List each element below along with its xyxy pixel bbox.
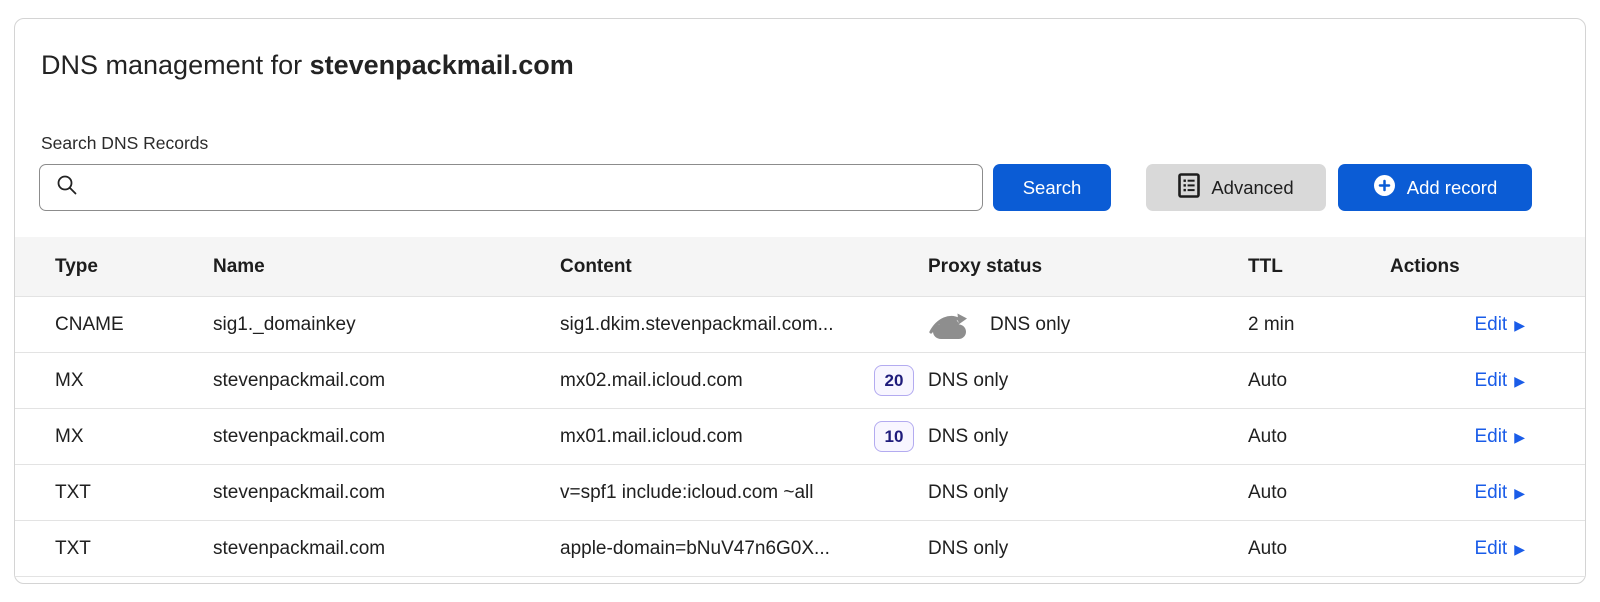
ttl-cell: 2 min bbox=[1248, 314, 1390, 336]
record-content-text: sig1.dkim.stevenpackmail.com... bbox=[560, 314, 834, 336]
record-type-cell: MX bbox=[55, 426, 213, 448]
record-content-text: mx02.mail.icloud.com bbox=[560, 370, 743, 392]
proxy-status-cell: DNS only bbox=[928, 426, 1248, 448]
edit-arrow-icon: ▶ bbox=[1514, 318, 1525, 332]
search-input[interactable] bbox=[79, 165, 982, 210]
record-content-text: apple-domain=bNuV47n6G0X... bbox=[560, 538, 830, 560]
ttl-cell: Auto bbox=[1248, 538, 1390, 560]
record-content-cell: apple-domain=bNuV47n6G0X... bbox=[560, 538, 928, 560]
edit-arrow-icon: ▶ bbox=[1514, 486, 1525, 500]
page-title: DNS management for stevenpackmail.com bbox=[41, 47, 1585, 83]
search-toolbar: Search Advanced bbox=[39, 164, 1585, 211]
dns-table-body: CNAMEsig1._domainkeysig1.dkim.stevenpack… bbox=[15, 297, 1585, 577]
dns-only-cloud-icon bbox=[928, 309, 972, 340]
edit-link[interactable]: Edit ▶ bbox=[1474, 482, 1525, 504]
column-header-proxy-status: Proxy status bbox=[928, 256, 1248, 278]
record-name-cell: sig1._domainkey bbox=[213, 314, 560, 336]
search-icon bbox=[55, 173, 79, 202]
proxy-status-text: DNS only bbox=[928, 538, 1008, 560]
search-input-wrapper bbox=[39, 164, 983, 211]
plus-circle-icon bbox=[1373, 174, 1396, 202]
edit-link-label: Edit bbox=[1474, 426, 1507, 448]
proxy-status-cell: DNS only bbox=[928, 538, 1248, 560]
edit-link-label: Edit bbox=[1474, 538, 1507, 560]
edit-link[interactable]: Edit ▶ bbox=[1474, 426, 1525, 448]
ttl-cell: Auto bbox=[1248, 482, 1390, 504]
table-row: MXstevenpackmail.commx02.mail.icloud.com… bbox=[15, 353, 1585, 409]
record-type-cell: TXT bbox=[55, 538, 213, 560]
search-label: Search DNS Records bbox=[41, 133, 1585, 154]
actions-cell: Edit ▶ bbox=[1390, 370, 1525, 392]
proxy-status-cell: DNS only bbox=[928, 482, 1248, 504]
table-header-row: Type Name Content Proxy status TTL Actio… bbox=[15, 237, 1585, 297]
record-content-text: mx01.mail.icloud.com bbox=[560, 426, 743, 448]
ttl-cell: Auto bbox=[1248, 426, 1390, 448]
edit-link-label: Edit bbox=[1474, 482, 1507, 504]
page-title-prefix: DNS management for bbox=[41, 50, 310, 80]
record-type-cell: TXT bbox=[55, 482, 213, 504]
edit-arrow-icon: ▶ bbox=[1514, 542, 1525, 556]
table-row: MXstevenpackmail.commx01.mail.icloud.com… bbox=[15, 409, 1585, 465]
mx-priority-badge: 10 bbox=[874, 421, 914, 452]
table-row: CNAMEsig1._domainkeysig1.dkim.stevenpack… bbox=[15, 297, 1585, 353]
edit-link-label: Edit bbox=[1474, 314, 1507, 336]
edit-arrow-icon: ▶ bbox=[1514, 430, 1525, 444]
column-header-name: Name bbox=[213, 256, 560, 278]
actions-cell: Edit ▶ bbox=[1390, 482, 1525, 504]
record-content-cell: mx02.mail.icloud.com 20 bbox=[560, 365, 928, 396]
column-header-actions: Actions bbox=[1390, 256, 1525, 278]
proxy-status-cell: DNS only bbox=[928, 370, 1248, 392]
search-button[interactable]: Search bbox=[993, 164, 1111, 211]
table-row: TXTstevenpackmail.comv=spf1 include:iclo… bbox=[15, 465, 1585, 521]
column-header-content: Content bbox=[560, 256, 928, 278]
record-type-cell: CNAME bbox=[55, 314, 213, 336]
record-name-cell: stevenpackmail.com bbox=[213, 482, 560, 504]
dns-management-card: DNS management for stevenpackmail.com Se… bbox=[14, 18, 1586, 584]
record-content-cell: mx01.mail.icloud.com 10 bbox=[560, 421, 928, 452]
proxy-status-text: DNS only bbox=[990, 314, 1070, 336]
record-type-cell: MX bbox=[55, 370, 213, 392]
record-name-cell: stevenpackmail.com bbox=[213, 426, 560, 448]
edit-link[interactable]: Edit ▶ bbox=[1474, 538, 1525, 560]
column-header-ttl: TTL bbox=[1248, 256, 1390, 278]
add-record-button[interactable]: Add record bbox=[1338, 164, 1532, 211]
record-content-text: v=spf1 include:icloud.com ~all bbox=[560, 482, 813, 504]
table-row: TXTstevenpackmail.comapple-domain=bNuV47… bbox=[15, 521, 1585, 577]
mx-priority-badge: 20 bbox=[874, 365, 914, 396]
actions-cell: Edit ▶ bbox=[1390, 426, 1525, 448]
proxy-status-text: DNS only bbox=[928, 482, 1008, 504]
proxy-status-text: DNS only bbox=[928, 426, 1008, 448]
record-content-cell: v=spf1 include:icloud.com ~all bbox=[560, 482, 928, 504]
record-name-cell: stevenpackmail.com bbox=[213, 538, 560, 560]
page-title-domain: stevenpackmail.com bbox=[310, 50, 574, 80]
ttl-cell: Auto bbox=[1248, 370, 1390, 392]
add-record-button-label: Add record bbox=[1407, 177, 1498, 199]
record-content-cell: sig1.dkim.stevenpackmail.com... bbox=[560, 314, 928, 336]
edit-link-label: Edit bbox=[1474, 370, 1507, 392]
column-header-type: Type bbox=[55, 256, 213, 278]
record-name-cell: stevenpackmail.com bbox=[213, 370, 560, 392]
edit-link[interactable]: Edit ▶ bbox=[1474, 314, 1525, 336]
edit-link[interactable]: Edit ▶ bbox=[1474, 370, 1525, 392]
proxy-status-cell: DNS only bbox=[928, 309, 1248, 340]
advanced-button[interactable]: Advanced bbox=[1146, 164, 1326, 211]
advanced-button-label: Advanced bbox=[1211, 177, 1293, 199]
actions-cell: Edit ▶ bbox=[1390, 538, 1525, 560]
list-document-icon bbox=[1178, 173, 1200, 203]
proxy-status-text: DNS only bbox=[928, 370, 1008, 392]
edit-arrow-icon: ▶ bbox=[1514, 374, 1525, 388]
actions-cell: Edit ▶ bbox=[1390, 314, 1525, 336]
dns-records-table: Type Name Content Proxy status TTL Actio… bbox=[15, 237, 1585, 577]
